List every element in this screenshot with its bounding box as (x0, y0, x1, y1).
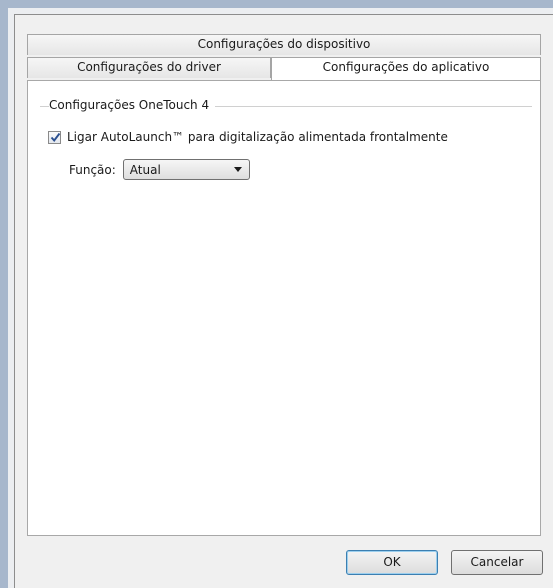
function-label: Função: (69, 162, 116, 177)
ok-button[interactable]: OK (346, 550, 438, 575)
cancel-button[interactable]: Cancelar (451, 550, 543, 575)
function-row: Função: Atual (69, 159, 250, 180)
function-select[interactable]: Atual (122, 159, 250, 180)
autolaunch-label[interactable]: Ligar AutoLaunch™ para digitalização ali… (67, 130, 448, 144)
tab-driver-settings[interactable]: Configurações do driver (27, 57, 271, 78)
tab-row-bottom: Configurações do driver Configurações do… (27, 57, 541, 80)
tab-label: Configurações do driver (77, 60, 221, 74)
tab-label: Configurações do dispositivo (197, 37, 371, 51)
tab-application-settings[interactable]: Configurações do aplicativo (271, 57, 541, 80)
group-title: Configurações OneTouch 4 (49, 98, 216, 112)
tab-row-top: Configurações do dispositivo (27, 34, 541, 55)
checkmark-icon (50, 132, 61, 142)
cancel-button-label: Cancelar (470, 555, 524, 569)
dropdown-arrow-icon (233, 167, 242, 172)
tab-device-settings[interactable]: Configurações do dispositivo (27, 34, 541, 55)
tab-panel-application: Configurações OneTouch 4 Ligar AutoLaunc… (27, 80, 541, 536)
ok-button-label: OK (383, 555, 401, 569)
autolaunch-row: Ligar AutoLaunch™ para digitalização ali… (48, 130, 448, 144)
tab-label: Configurações do aplicativo (322, 60, 490, 74)
autolaunch-checkbox[interactable] (48, 130, 61, 144)
function-select-value: Atual (129, 162, 161, 177)
